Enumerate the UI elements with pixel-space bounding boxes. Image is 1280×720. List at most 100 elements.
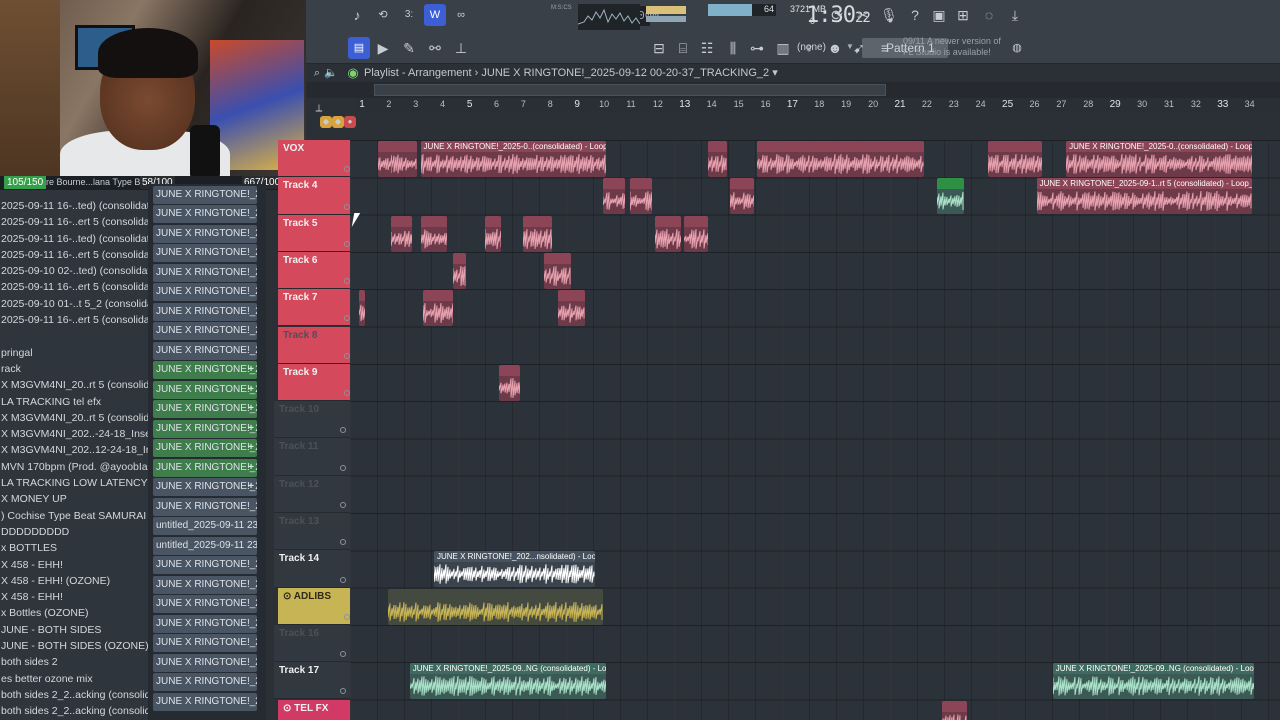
track-header[interactable]: Track 4 [278, 177, 350, 215]
add-icon[interactable]: + [248, 478, 254, 496]
picker-item[interactable]: JUNE X RINGTONE!_2025-... [153, 205, 257, 223]
playlist-button[interactable]: ▤ [348, 37, 370, 59]
add-icon[interactable]: + [248, 459, 254, 477]
browser-item[interactable]: 2025-09-11 16-..ted) (consolidated) [0, 198, 148, 214]
timeline-ruler[interactable]: 1 2 3 4 5 6 7 8 9 10 11 12 13 14 15 16 17 18 19 20 21 22 23 24 2… [356, 98, 1280, 112]
picker-item[interactable]: JUNE X RINGTONE!_2...+ [153, 419, 257, 438]
track-header[interactable]: Track 16 [274, 624, 350, 663]
browser-item[interactable]: rack [0, 361, 148, 377]
playlist-clip[interactable] [708, 141, 728, 177]
track-header[interactable]: ⊙ TEL FX [278, 699, 350, 720]
browser-item[interactable]: both sides 2_2..acking (consolidated) [0, 687, 148, 703]
globe-icon[interactable]: ◍ [1006, 37, 1028, 59]
browser-item[interactable]: LA TRACKING tel efx [0, 394, 148, 410]
playlist-clip[interactable] [684, 215, 709, 252]
link-icon[interactable]: ⚯ [424, 37, 446, 59]
browser-item[interactable]: X 458 - EHH! (OZONE) [0, 573, 148, 589]
playlist-clip[interactable] [420, 215, 448, 252]
track-header[interactable]: ⊙ ADLIBS [278, 587, 350, 625]
playlist-clip[interactable] [498, 364, 521, 401]
browser-item[interactable]: both sides 2_2..acking (consolidated) [0, 703, 148, 719]
track-header[interactable]: VOX [278, 140, 350, 178]
track-mute-icon[interactable] [340, 501, 346, 508]
track-header[interactable]: Track 8 [278, 326, 350, 364]
piano-roll-icon[interactable]: ⌸ [672, 37, 694, 59]
playlist-clip[interactable] [388, 588, 604, 625]
playlist-clip[interactable] [937, 178, 964, 215]
playlist-clip[interactable] [423, 290, 453, 327]
picker-item[interactable]: untitled_2025-09-11 23-... [153, 517, 257, 535]
browser-icon[interactable]: ⊟ [648, 37, 670, 59]
microphone-icon[interactable]: 🎙 [878, 4, 900, 26]
menu-icon[interactable]: ≡ [874, 37, 896, 59]
picker-item[interactable]: JUNE X RINGTONE!_2025-... [153, 224, 257, 243]
browser-item[interactable]: LA TRACKING LOW LATENCY [0, 475, 148, 491]
playlist-clip[interactable] [452, 252, 467, 289]
chat-icon[interactable]: ◌ [978, 4, 1000, 26]
track-mute-icon[interactable] [340, 688, 346, 695]
playlist-clip[interactable]: JUNE X RINGTONE!_202...nsolidated) - Loo… [434, 551, 596, 588]
picker-item[interactable]: JUNE X RINGTONE!_2...+ [153, 361, 257, 379]
countdown-icon[interactable]: 3: [398, 4, 420, 26]
track-header[interactable]: Track 9 [278, 363, 350, 402]
picker-item[interactable]: JUNE X RINGTONE!_2025-... [153, 185, 257, 204]
refresh-icon[interactable]: ⟳ [826, 4, 848, 26]
track-mute-icon[interactable] [340, 539, 346, 546]
playlist-grid[interactable]: JUNE X RINGTONE!_2025-0..(consolidated) … [350, 140, 1280, 720]
playlist-clip[interactable] [390, 215, 413, 252]
playlist-clip[interactable] [544, 252, 572, 289]
playlist-clip[interactable] [988, 141, 1042, 177]
picker-item[interactable]: JUNE X RINGTONE!_2025-... [153, 634, 257, 652]
play-circle-icon[interactable]: ◉ [342, 62, 364, 84]
add-icon[interactable]: + [248, 361, 254, 379]
track-header[interactable]: Track 11 [274, 438, 350, 476]
track-mute-icon[interactable] [340, 427, 346, 434]
stamp-icon[interactable]: ⊥ [450, 37, 472, 59]
metronome-icon[interactable]: ♪ [346, 4, 368, 26]
picker-item[interactable]: JUNE X RINGTONE!_2...+ [153, 380, 257, 399]
track-header[interactable]: Track 6 [278, 251, 350, 290]
playlist-clip[interactable] [522, 215, 553, 252]
help-icon[interactable]: ? [904, 4, 926, 26]
browser-item[interactable]: X M3GVM4NI_202..12-24-18_Insert 5 [0, 442, 148, 458]
picker-item[interactable]: JUNE X RINGTONE!_2025-... [153, 653, 257, 672]
browser-item[interactable]: MVN 170bpm (Prod. @ayoobIanco_) [0, 459, 148, 475]
track-header[interactable]: Track 13 [274, 513, 350, 551]
playlist-clip[interactable] [942, 700, 967, 720]
channel-picker-panel[interactable]: JUNE X RINGTONE!_2025-... JUNE X RINGTONE… [148, 184, 266, 720]
browser-item[interactable]: 2025-09-11 16-..ert 5 (consolidated) [0, 247, 148, 263]
picker-item[interactable]: JUNE X RINGTONE!_2...+ [153, 478, 257, 496]
browser-item[interactable]: X MONEY UP [0, 491, 148, 507]
picker-item[interactable]: JUNE X RINGTONE!_2025-... [153, 283, 257, 301]
save-icon[interactable]: ▣ [928, 4, 950, 26]
picker-item[interactable]: JUNE X RINGTONE!_2025-... [153, 692, 257, 711]
picker-item[interactable]: JUNE X RINGTONE!_2025-... [153, 302, 257, 321]
playlist-clip[interactable]: JUNE X RINGTONE!_2025-09..NG (consolidat… [409, 663, 607, 700]
playlist-clip[interactable] [603, 178, 625, 215]
playlist-clip[interactable] [756, 141, 924, 177]
browser-item[interactable]: X M3GVM4NI_20..rt 5 (consolidated) [0, 410, 148, 426]
picker-item[interactable]: JUNE X RINGTONE!_2025-... [153, 575, 257, 594]
clipboard-icon[interactable]: ▥ [772, 37, 794, 59]
playlist-clip[interactable]: JUNE X RINGTONE!_2025-0..(consolidated) … [1066, 141, 1252, 177]
picker-item[interactable]: JUNE X RINGTONE!_2025-... [153, 322, 257, 340]
browser-item[interactable]: X M3GVM4NI_20..rt 5 (consolidated) [0, 377, 148, 393]
browser-item[interactable]: both sides 2 [0, 654, 148, 670]
track-mute-icon[interactable] [340, 576, 346, 583]
add-icon[interactable]: + [248, 381, 254, 399]
news-panel[interactable]: 09/11 A newer version of FL Studio is av… [903, 36, 1013, 58]
arrow-tool-icon[interactable]: ➹ [848, 37, 870, 59]
browser-item[interactable]: ) Cochise Type Beat SAMURAI [0, 508, 148, 524]
track-mute-icon[interactable] [340, 651, 346, 658]
browser-item[interactable]: x BOTTLES [0, 540, 148, 556]
channel-rack-icon[interactable]: ☷ [696, 37, 718, 59]
track-header[interactable]: Track 5 [278, 214, 350, 252]
picker-item[interactable]: JUNE X RINGTONE!_2...+ [153, 439, 257, 457]
browser-item[interactable]: 2025-09-11 16-..ted) (consolidated) [0, 231, 148, 247]
browser-item[interactable]: DDDDDDDDD [0, 524, 148, 540]
browser-item[interactable]: X M3GVM4NI_202..-24-18_Insert 5_2 [0, 426, 148, 442]
browser-item[interactable]: 2025-09-11 16-..ert 5 (consolidated) [0, 214, 148, 230]
horizontal-scrollbar[interactable] [306, 82, 1280, 98]
browser-item[interactable]: 2025-09-10 02-..ted) (consolidated) [0, 263, 148, 279]
cut-icon[interactable]: ✂ [852, 4, 874, 26]
